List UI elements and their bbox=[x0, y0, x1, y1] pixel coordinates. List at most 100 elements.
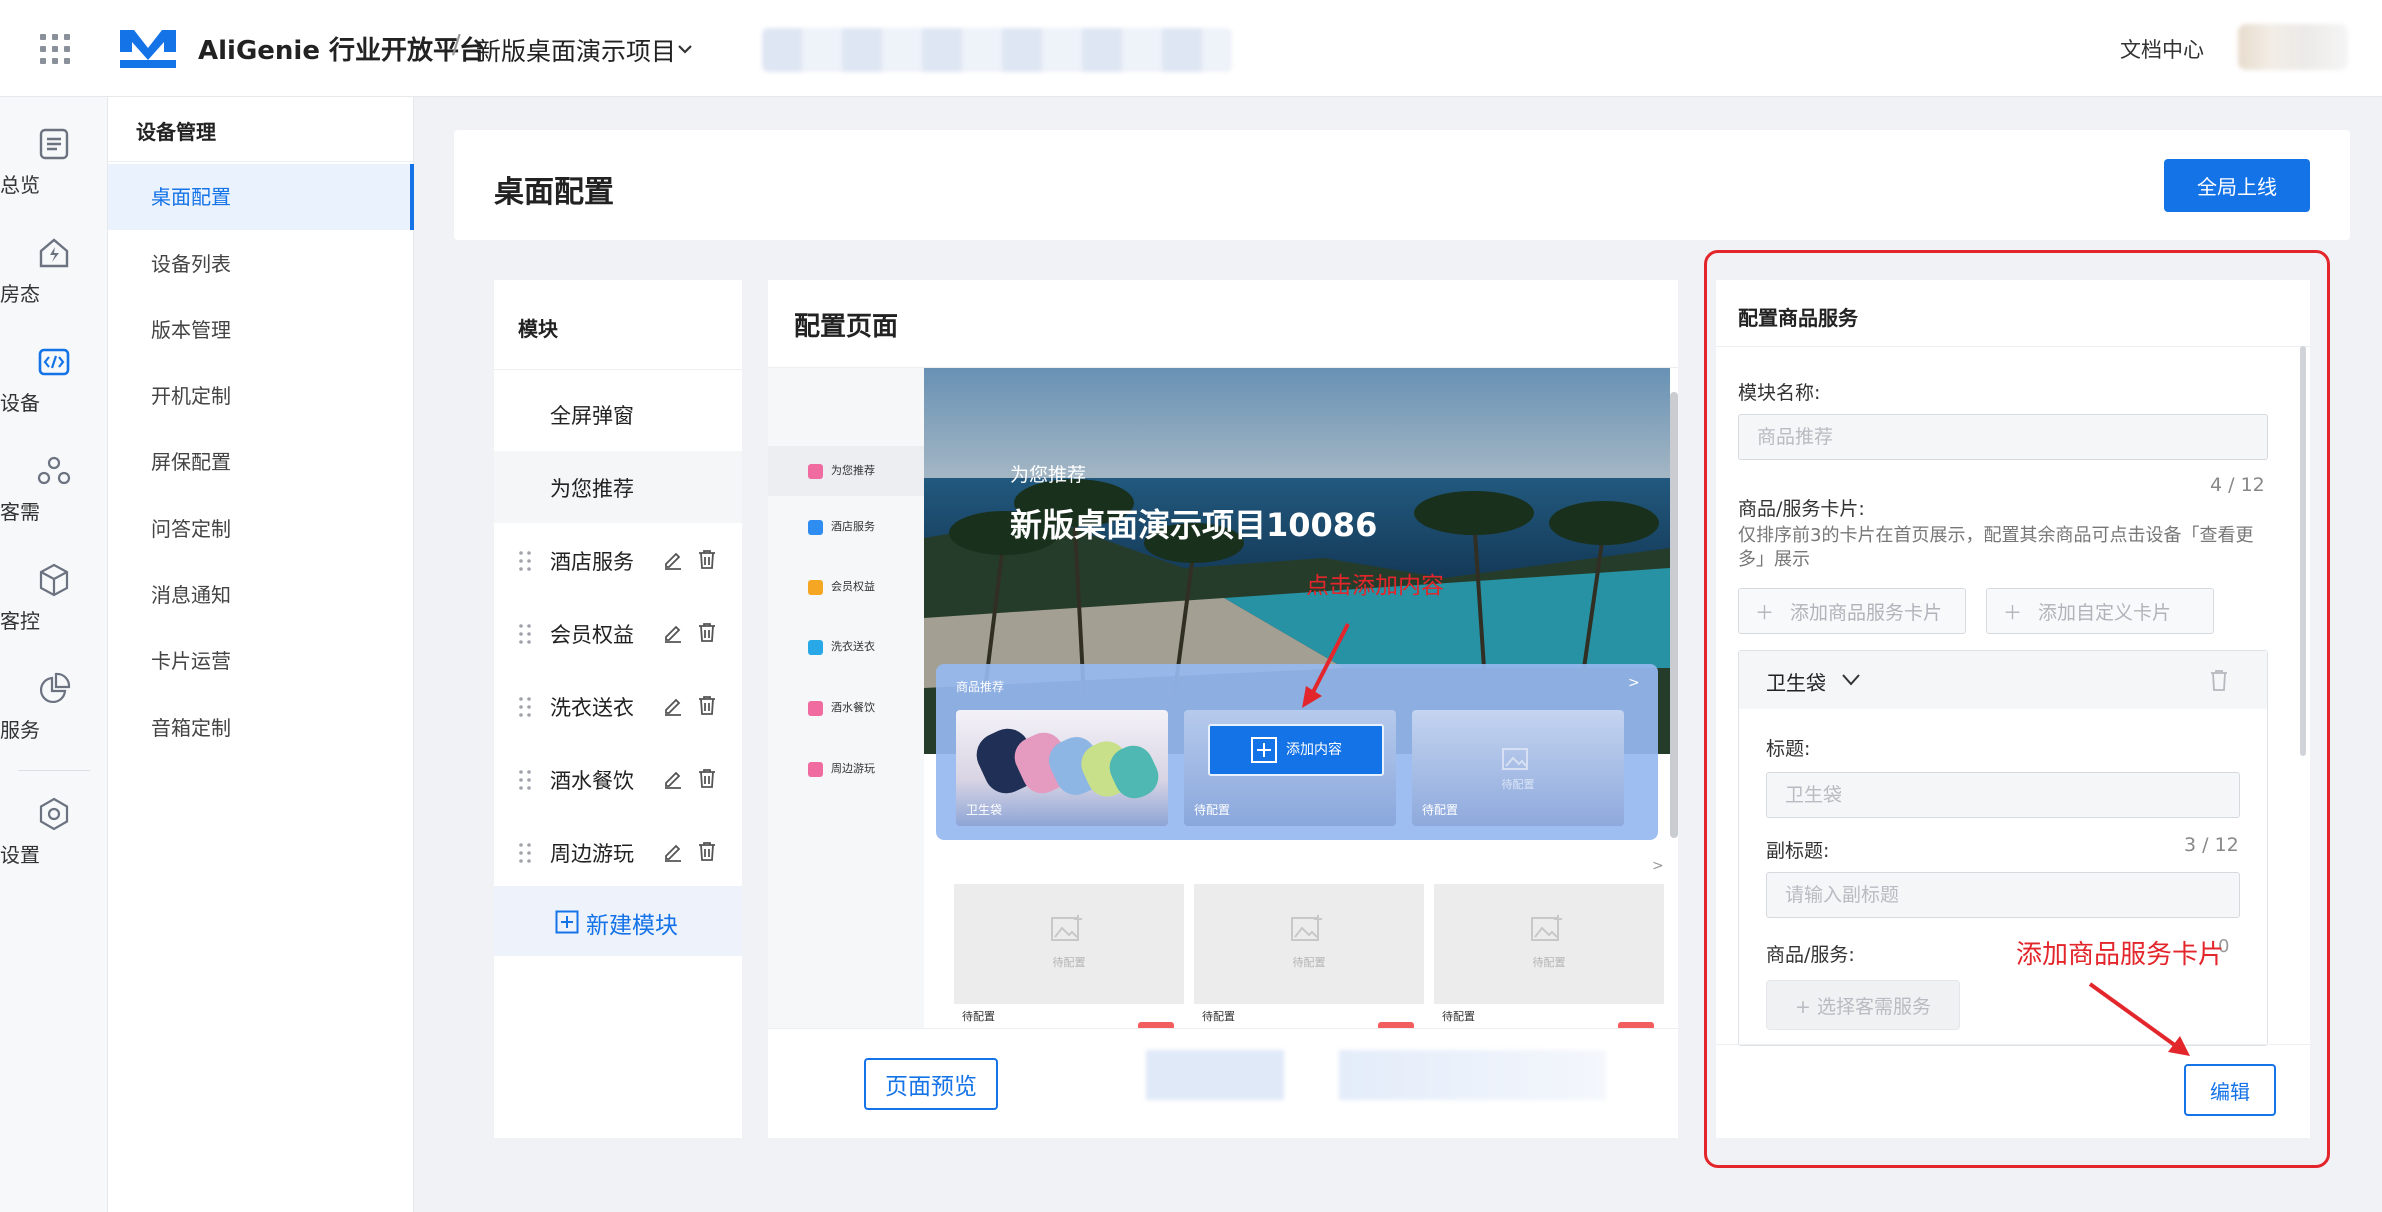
submenu-item-qa[interactable]: 问答定制 bbox=[108, 496, 414, 562]
edit-button[interactable]: 编辑 bbox=[2184, 1064, 2276, 1116]
submenu-item-screensaver[interactable]: 屏保配置 bbox=[108, 429, 414, 495]
grid-slot[interactable]: 待配置 bbox=[954, 884, 1184, 1004]
plus-icon: ＋ bbox=[1755, 601, 1775, 624]
plus-square-icon bbox=[555, 910, 579, 934]
user-avatar[interactable] bbox=[2238, 24, 2348, 70]
module-item[interactable]: 全屏弹窗 bbox=[494, 378, 742, 450]
trash-icon[interactable] bbox=[2208, 668, 2230, 692]
rail-item-guest-needs[interactable]: 客需 bbox=[0, 452, 108, 542]
select-service-button[interactable]: + 选择客需服务 bbox=[1766, 980, 1960, 1030]
submenu-item-notification[interactable]: 消息通知 bbox=[108, 562, 414, 628]
project-selector[interactable]: 新版桌面演示项目 bbox=[476, 32, 676, 68]
submenu-item-speaker[interactable]: 音箱定制 bbox=[108, 695, 414, 761]
submenu-title: 设备管理 bbox=[136, 120, 216, 144]
module-item[interactable]: 酒店服务 bbox=[494, 524, 742, 596]
edit-icon[interactable] bbox=[662, 548, 684, 570]
chevron-down-icon[interactable] bbox=[1840, 672, 1862, 688]
submenu-item-desktop-config[interactable]: 桌面配置 bbox=[108, 164, 414, 230]
preview-nav-item[interactable]: 酒水餐饮 bbox=[808, 699, 875, 716]
grid-caption-text: 待配置 bbox=[1202, 1010, 1235, 1023]
module-item[interactable]: 酒水餐饮 bbox=[494, 743, 742, 815]
divider bbox=[108, 161, 414, 162]
module-item[interactable]: 会员权益 bbox=[494, 597, 742, 669]
cards-description: 仅排序前3的卡片在首页展示，配置其余商品可点击设备「查看更多」展示 bbox=[1738, 525, 2254, 570]
preview-nav-item[interactable]: 为您推荐 bbox=[768, 446, 924, 496]
module-item[interactable]: 洗衣送衣 bbox=[494, 670, 742, 742]
submenu-item-card-ops[interactable]: 卡片运营 bbox=[108, 628, 414, 694]
add-content-button[interactable]: 添加内容 bbox=[1208, 724, 1384, 776]
module-name-input[interactable] bbox=[1738, 414, 2268, 460]
page-title: 桌面配置 bbox=[494, 175, 614, 210]
title-label: 标题: bbox=[1766, 738, 1811, 760]
preview-nav-item[interactable]: 会员权益 bbox=[808, 578, 875, 595]
app-grid-icon[interactable] bbox=[40, 34, 70, 64]
trash-icon[interactable] bbox=[696, 767, 718, 789]
module-item[interactable]: 周边游玩 bbox=[494, 816, 742, 888]
trash-icon[interactable] bbox=[696, 694, 718, 716]
module-name: 为您推荐 bbox=[550, 477, 634, 501]
panel-title: 配置商品服务 bbox=[1738, 306, 1858, 330]
doc-center-link[interactable]: 文档中心 bbox=[2120, 34, 2204, 64]
plus-icon: ＋ bbox=[2003, 601, 2023, 624]
char-counter: 3 / 12 bbox=[2184, 834, 2239, 856]
card-slot[interactable]: 待配置 待配置 bbox=[1412, 710, 1624, 826]
preview-nav-item[interactable]: 酒店服务 bbox=[808, 518, 875, 535]
page-preview-button[interactable]: 页面预览 bbox=[864, 1058, 998, 1110]
char-counter: 4 / 12 bbox=[2210, 474, 2265, 496]
trash-icon[interactable] bbox=[696, 840, 718, 862]
rail-item-guest-control[interactable]: 客控 bbox=[0, 561, 108, 651]
preview-scrollbar[interactable] bbox=[1670, 392, 1678, 838]
brand-name: AliGenie 行业开放平台 bbox=[198, 36, 486, 66]
rail-item-overview[interactable]: 总览 bbox=[0, 125, 108, 215]
add-custom-card-button[interactable]: ＋ 添加自定义卡片 bbox=[1986, 588, 2214, 634]
chevron-down-icon[interactable] bbox=[674, 38, 696, 60]
drag-handle-icon[interactable] bbox=[518, 696, 532, 718]
preview-nav-item[interactable]: 洗衣送衣 bbox=[808, 638, 875, 655]
row-more-arrow[interactable]: > bbox=[1652, 858, 1664, 874]
module-name: 会员权益 bbox=[550, 623, 634, 647]
rail-item-room-status[interactable]: 房态 bbox=[0, 234, 108, 324]
grid-slot[interactable]: 待配置 bbox=[1434, 884, 1664, 1004]
nav-color-icon bbox=[808, 700, 823, 716]
nav-color-icon bbox=[808, 639, 823, 655]
submenu-item-device-list[interactable]: 设备列表 bbox=[108, 231, 414, 297]
submenu-item-version[interactable]: 版本管理 bbox=[108, 297, 414, 363]
divider bbox=[1716, 346, 2310, 347]
edit-icon[interactable] bbox=[662, 694, 684, 716]
trash-icon[interactable] bbox=[696, 548, 718, 570]
goods-title-input[interactable] bbox=[1766, 772, 2240, 818]
rail-item-settings[interactable]: 设置 bbox=[0, 795, 108, 885]
add-goods-card-button[interactable]: ＋ 添加商品服务卡片 bbox=[1738, 588, 1966, 634]
module-item[interactable]: 为您推荐 bbox=[494, 451, 742, 523]
preview-nav-item[interactable]: 周边游玩 bbox=[808, 760, 875, 777]
preview-nav-label: 酒水餐饮 bbox=[831, 701, 875, 714]
new-module-label[interactable]: 新建模块 bbox=[586, 906, 678, 940]
edit-icon[interactable] bbox=[662, 767, 684, 789]
submenu-item-boot[interactable]: 开机定制 bbox=[108, 363, 414, 429]
grid-caption: 待配置 bbox=[1194, 1004, 1424, 1028]
goods-service-label: 商品/服务: bbox=[1766, 944, 1855, 966]
divider bbox=[494, 369, 742, 370]
rail-label: 设置 bbox=[0, 843, 40, 867]
grid-placeholder: 待配置 bbox=[1052, 956, 1086, 969]
grid-slot[interactable]: 待配置 bbox=[1194, 884, 1424, 1004]
panel-scrollbar[interactable] bbox=[2300, 346, 2306, 756]
trash-icon[interactable] bbox=[696, 621, 718, 643]
rail-item-service[interactable]: 服务 bbox=[0, 670, 108, 760]
publish-all-button[interactable]: 全局上线 bbox=[2164, 159, 2310, 212]
drag-handle-icon[interactable] bbox=[518, 550, 532, 572]
module-name: 周边游玩 bbox=[550, 842, 634, 866]
edit-icon[interactable] bbox=[662, 621, 684, 643]
goods-subtitle-input[interactable] bbox=[1766, 872, 2240, 918]
edit-icon[interactable] bbox=[662, 840, 684, 862]
rail-item-device[interactable]: 设备 bbox=[0, 343, 108, 433]
nav-color-icon bbox=[808, 519, 823, 535]
module-name: 酒店服务 bbox=[550, 550, 634, 574]
cards-label: 商品/服务卡片: bbox=[1738, 498, 1865, 520]
card-more-arrow[interactable]: > bbox=[1628, 675, 1640, 691]
breadcrumb-separator: / bbox=[452, 30, 461, 60]
divider bbox=[1716, 1044, 2310, 1045]
drag-handle-icon[interactable] bbox=[518, 623, 532, 645]
drag-handle-icon[interactable] bbox=[518, 842, 532, 864]
drag-handle-icon[interactable] bbox=[518, 769, 532, 791]
